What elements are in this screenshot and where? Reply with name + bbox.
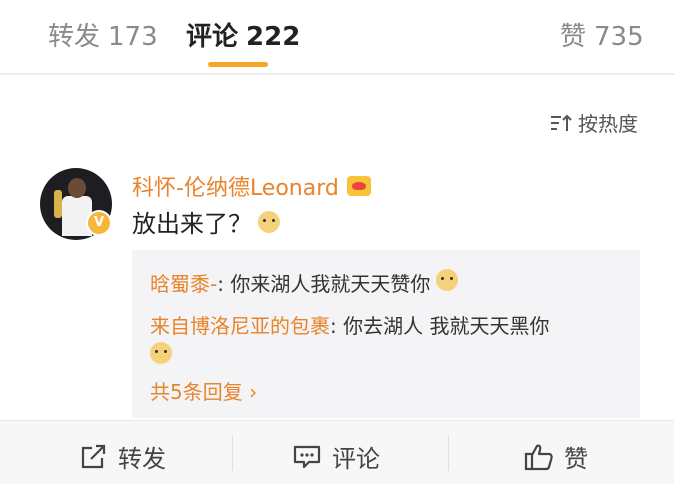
reply-item: 来自博洛尼亚的包裹: 你去湖人 我就天天黑你	[150, 310, 549, 339]
tab-repost-label: 转发	[48, 22, 101, 52]
tab-like[interactable]: 赞 735	[560, 16, 644, 53]
sort-icon	[551, 114, 572, 131]
repost-label: 转发	[118, 445, 166, 473]
tab-like-label: 赞	[560, 22, 587, 52]
crown-icon	[346, 176, 371, 196]
tab-like-count: 735	[594, 22, 644, 52]
action-separator	[232, 435, 233, 471]
tab-comment-label: 评论	[186, 22, 239, 52]
smirk-emoji-icon	[150, 342, 172, 364]
sort-button[interactable]: 按热度	[550, 108, 638, 137]
reply-text: : 你去湖人 我就天天黑你	[330, 314, 550, 338]
share-icon	[81, 444, 106, 468]
comment-icon	[293, 445, 321, 468]
reply-username[interactable]: 晗蜀黍-	[150, 272, 217, 296]
reply-emoji-line	[150, 342, 172, 368]
comment-label: 评论	[332, 445, 380, 473]
comment-username[interactable]: 科怀-伦纳德Leonard	[132, 170, 371, 202]
repost-button[interactable]: 转发	[80, 439, 166, 474]
action-separator	[448, 435, 449, 471]
like-button[interactable]: 赞	[524, 439, 588, 474]
thumbs-up-icon	[524, 444, 553, 470]
tab-comment[interactable]: 评论 222	[186, 16, 300, 53]
reply-item: 晗蜀黍-: 你来湖人我就天天赞你	[150, 268, 459, 297]
header-divider	[0, 73, 674, 75]
reply-username[interactable]: 来自博洛尼亚的包裹	[150, 314, 330, 338]
more-replies-link[interactable]: 共5条回复 ›	[150, 376, 257, 405]
comment-username-text: 科怀-伦纳德Leonard	[132, 176, 339, 201]
verified-badge: V	[86, 210, 112, 236]
replies-box[interactable]: 晗蜀黍-: 你来湖人我就天天赞你 来自博洛尼亚的包裹: 你去湖人 我就天天黑你 …	[132, 250, 640, 418]
tab-repost[interactable]: 转发 173	[48, 16, 158, 53]
reply-text: : 你来湖人我就天天赞你	[217, 272, 431, 296]
like-label: 赞	[564, 445, 588, 473]
sort-label: 按热度	[578, 112, 638, 136]
avatar-head	[68, 178, 86, 198]
active-tab-indicator	[208, 62, 268, 67]
tab-comment-count: 222	[246, 22, 301, 52]
laugh-emoji-icon	[436, 269, 459, 291]
comment-button[interactable]: 评论	[292, 439, 380, 474]
avatar-trophy	[54, 190, 62, 218]
comment-body: 放出来了？	[132, 204, 280, 239]
tab-bar: 转发 173 评论 222 赞 735	[0, 0, 674, 72]
bottom-action-bar: 转发 评论 赞	[0, 421, 674, 484]
doge-emoji-icon	[258, 210, 280, 233]
comment-text: 放出来了？	[132, 210, 252, 238]
tab-repost-count: 173	[108, 22, 158, 52]
